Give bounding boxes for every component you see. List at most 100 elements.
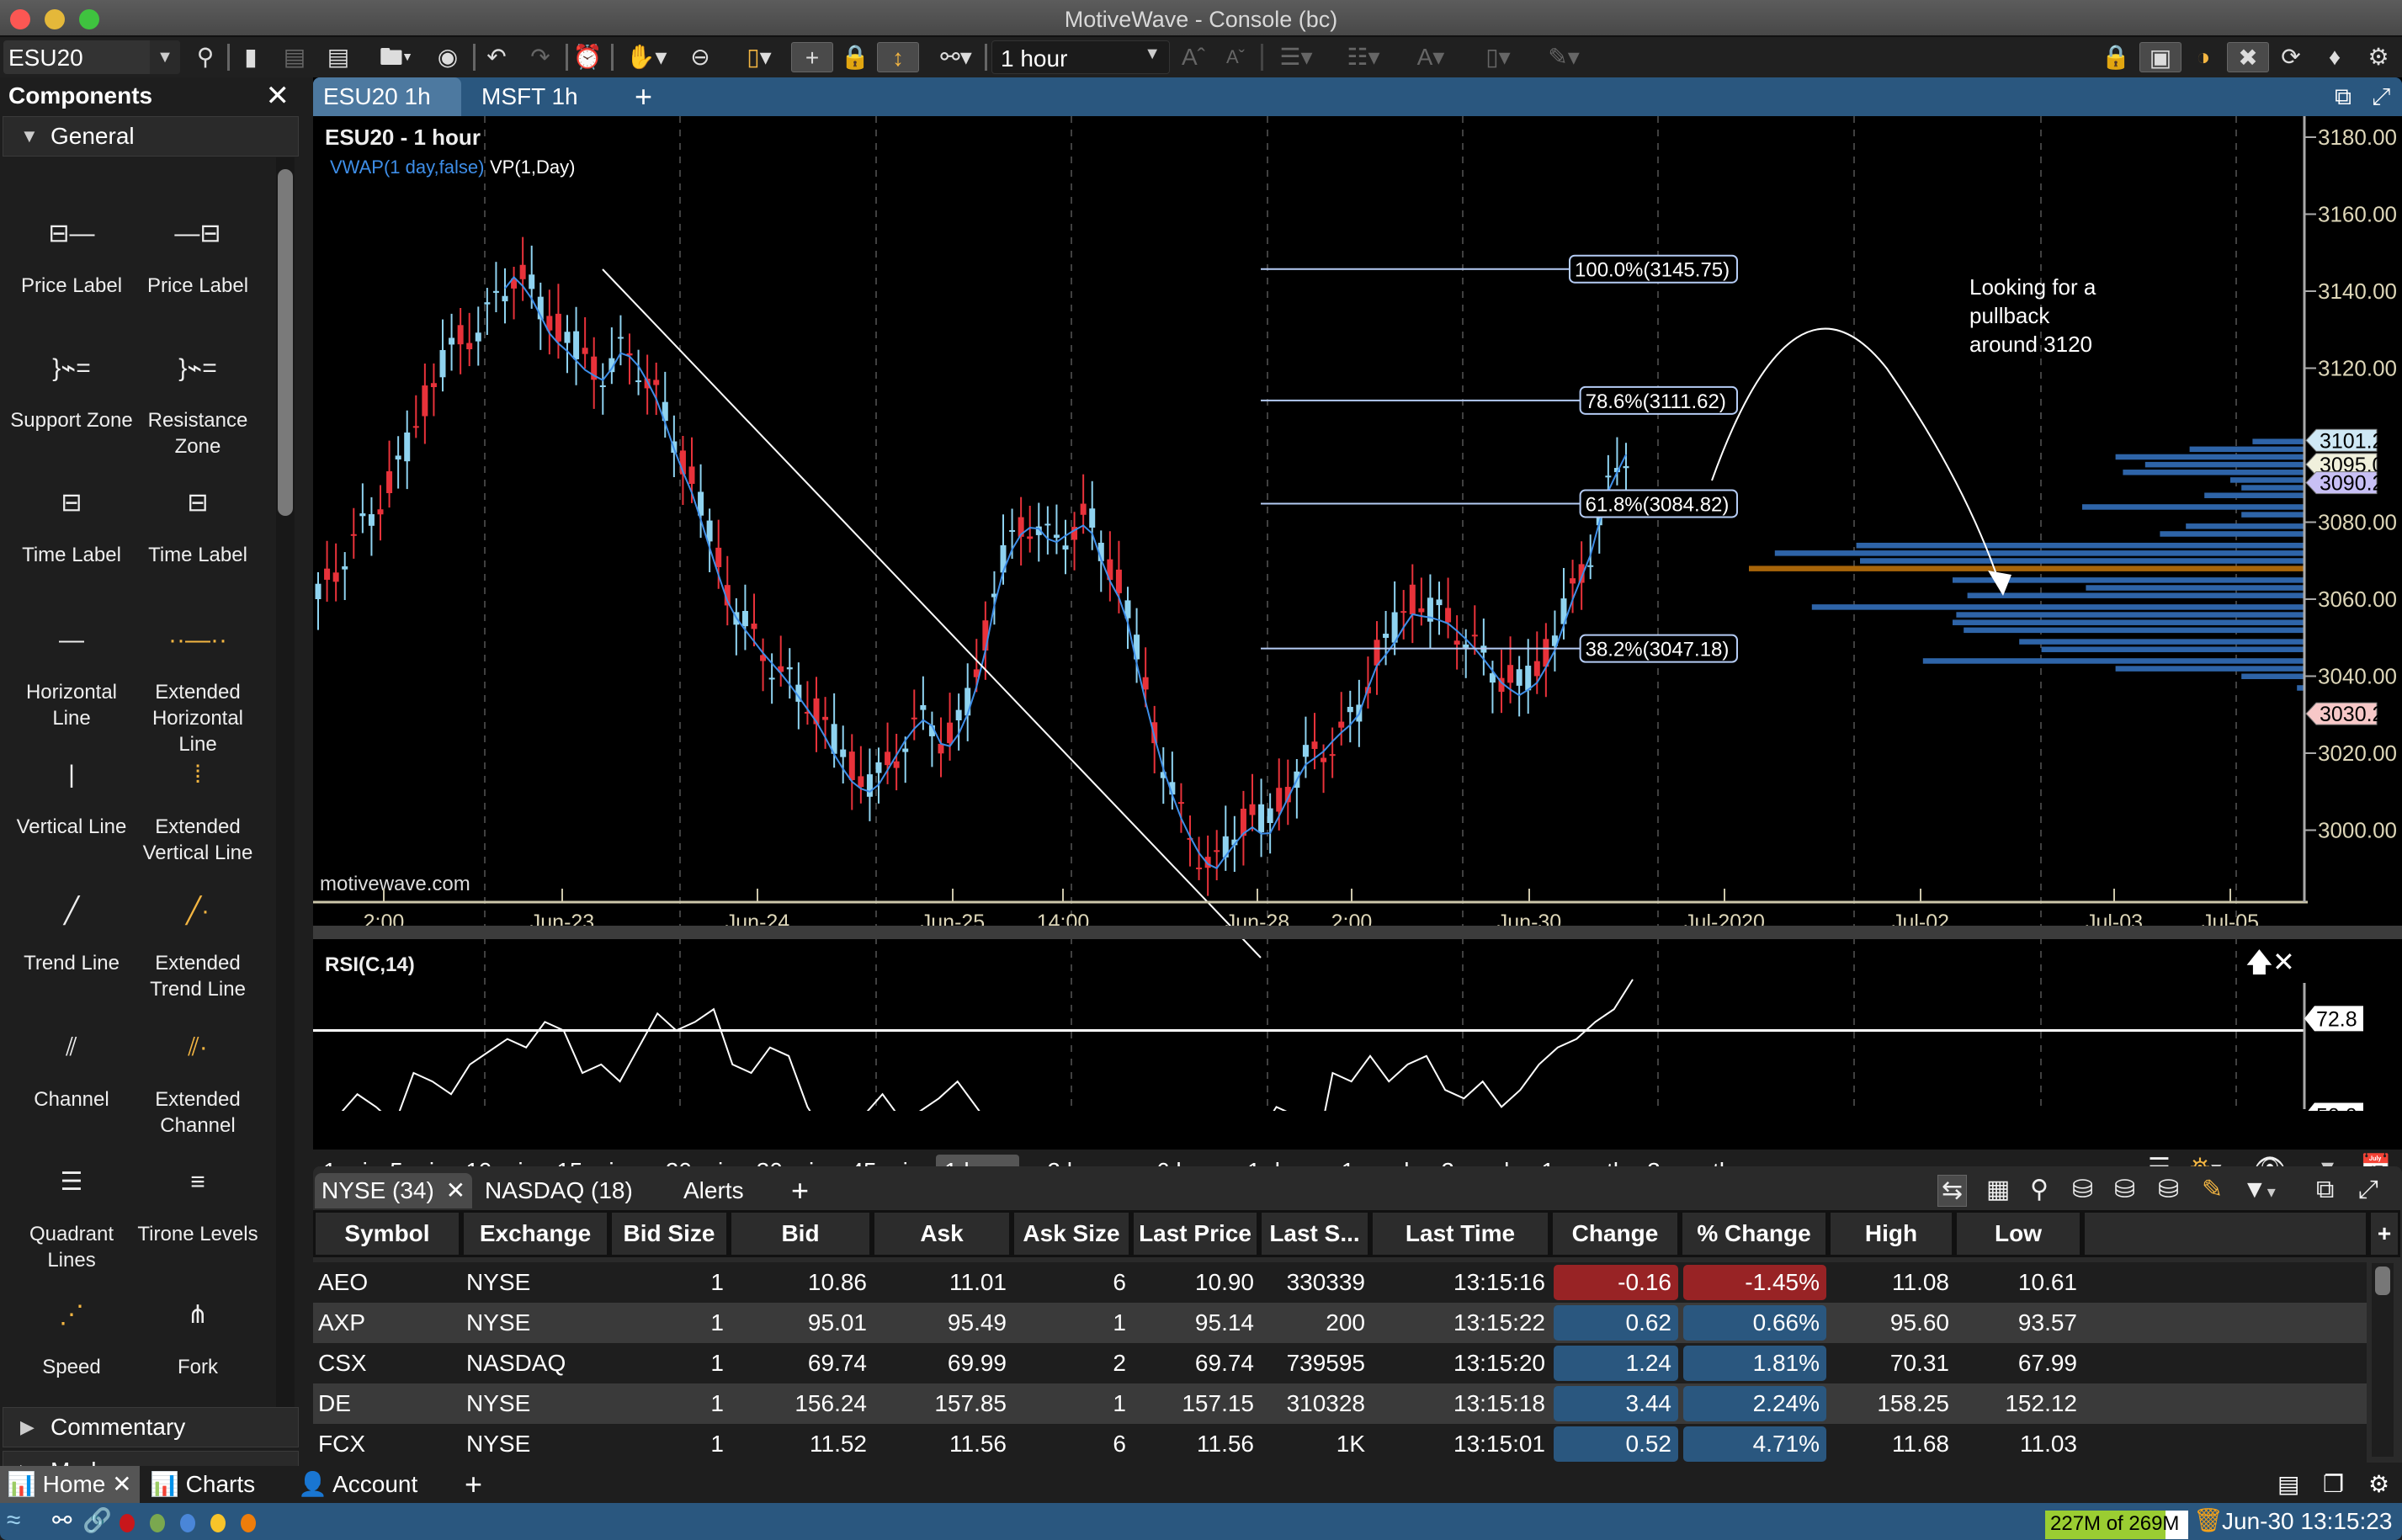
tools-icon[interactable]: ✖ (2227, 42, 2269, 72)
tab-account[interactable]: 👤 Account (291, 1466, 424, 1503)
close-tab-icon[interactable]: ✕ (112, 1471, 131, 1497)
save-as-icon[interactable]: ▤ (323, 42, 353, 72)
component-time-label[interactable]: ⊟ Time Label (8, 490, 135, 568)
status-dot[interactable] (150, 1514, 165, 1532)
component-tirone-levels[interactable]: ≡ Tirone Levels (135, 1169, 261, 1247)
component-price-label[interactable]: —⊟ Price Label (135, 220, 261, 299)
status-dot[interactable] (180, 1514, 195, 1532)
zoom-out-icon[interactable]: ⊖ (683, 42, 717, 72)
component-extended-trend-line[interactable]: ╱· Extended Trend Line (135, 898, 261, 1002)
brush-icon[interactable]: ✎▾ (1540, 42, 1587, 72)
pane-divider[interactable] (313, 926, 2402, 939)
gear-icon[interactable]: ⚙ (2362, 1466, 2396, 1503)
component-price-label[interactable]: ⊟— Price Label (8, 220, 135, 299)
detach-icon[interactable]: ⧉ (2316, 1175, 2334, 1205)
column-header-low[interactable]: Low (1954, 1210, 2082, 1257)
component-quadrant-lines[interactable]: ☰ Quadrant Lines (8, 1169, 135, 1273)
fill-color-icon[interactable]: ▯▾ (1475, 42, 1522, 72)
annotation-line-3[interactable]: around 3120 (1969, 332, 2092, 357)
copy-icon[interactable]: ❐ (2316, 1466, 2351, 1503)
edit-pencil-icon[interactable]: ✎ (2202, 1175, 2223, 1205)
database-add-icon[interactable]: ⛁ (2072, 1175, 2093, 1205)
column-header-last-price[interactable]: Last Price (1131, 1210, 1259, 1257)
component-support-zone[interactable]: }⌁= Support Zone (8, 355, 135, 433)
open-folder-icon[interactable]: 🖿▾ (370, 42, 421, 72)
status-dot[interactable] (120, 1514, 135, 1532)
trend-line[interactable] (602, 268, 1262, 959)
lock-bars-icon[interactable]: 🔒 (2099, 42, 2133, 72)
component-horizontal-line[interactable]: — Horizontal Line (8, 627, 135, 731)
add-symbol-search-icon[interactable]: ⚲ (2030, 1175, 2049, 1205)
component-extended-channel[interactable]: ⫽· Extended Channel (135, 1034, 261, 1139)
font-smaller-icon[interactable]: Aˇ (1220, 42, 1251, 72)
period-select[interactable]: 1 hour ▼ (991, 40, 1170, 74)
table-row[interactable]: CSX NASDAQ 1 69.74 69.99 2 69.74 739595 13:15:20… (313, 1343, 2367, 1383)
redo-icon[interactable]: ↷ (523, 42, 557, 72)
components-scrollbar[interactable] (276, 157, 295, 1407)
column-header-symbol[interactable]: Symbol (313, 1210, 461, 1257)
status-dot[interactable] (210, 1514, 226, 1532)
candlestick-icon[interactable]: ▯▾ (734, 42, 784, 72)
symbol-input[interactable]: ESU20 ▼ (3, 40, 180, 74)
expand-icon[interactable]: ⤢ (2362, 77, 2400, 116)
add-workspace-button[interactable]: + (458, 1466, 489, 1503)
close-pane-icon[interactable]: ✕ (2272, 947, 2295, 977)
trade-icon[interactable]: ♦ (2318, 42, 2352, 72)
column-header-ask-size[interactable]: Ask Size (1012, 1210, 1131, 1257)
layout-icon[interactable]: ▤ (2271, 1466, 2306, 1503)
save-icon[interactable]: ▤ (279, 42, 310, 72)
column-header-high[interactable]: High (1828, 1210, 1954, 1257)
hand-pan-icon[interactable]: ✋▾ (619, 42, 673, 72)
component-extended-vertical-line[interactable]: ⁞ Extended Vertical Line (135, 762, 261, 866)
annotation-line-1[interactable]: Looking for a (1969, 274, 2096, 300)
gear-icon[interactable]: ⚙ (2362, 42, 2395, 72)
column-header-bid-size[interactable]: Bid Size (609, 1210, 729, 1257)
swap-icon[interactable]: ⇆ (1937, 1175, 1968, 1207)
tab-alerts[interactable]: Alerts (677, 1173, 751, 1208)
column-header-last-time[interactable]: Last Time (1370, 1210, 1550, 1257)
chart-area[interactable]: 100.0%(3145.75) 78.6%(3111.62) 61.8%(3084.… (313, 116, 2402, 1213)
tab-charts[interactable]: 📊 Charts (143, 1466, 262, 1503)
lock-scale-icon[interactable]: 🔒 (838, 42, 872, 72)
filter-icon[interactable]: ▼▾ (2242, 1175, 2276, 1208)
column-header-ask[interactable]: Ask (872, 1210, 1012, 1257)
auto-scale-icon[interactable]: ↕ (877, 42, 919, 72)
component-channel[interactable]: ⫽ Channel (8, 1034, 135, 1113)
text-color-icon[interactable]: A▾ (1407, 42, 1454, 72)
line-dash-icon[interactable]: ☷▾ (1338, 42, 1389, 72)
layout-icon[interactable]: ▣ (2139, 42, 2181, 72)
table-row[interactable]: FCX NYSE 1 11.52 11.56 6 11.56 1K 13:15:01 0.52 4.… (313, 1424, 2367, 1464)
study-vwap-label[interactable]: VWAP(1 day,false) (330, 157, 484, 178)
theme-icon[interactable]: ◑ (2187, 42, 2220, 72)
camera-icon[interactable]: ◉ (431, 42, 465, 72)
table-row[interactable]: AXP NYSE 1 95.01 95.49 1 95.14 200 13:15:22 0.62 0… (313, 1303, 2367, 1343)
close-tab-icon[interactable]: ✕ (446, 1177, 465, 1203)
scrollbar-thumb[interactable] (2375, 1267, 2390, 1295)
component-resistance-zone[interactable]: }⌁= Resistance Zone (135, 355, 261, 459)
close-panel-icon[interactable]: ✕ (266, 77, 290, 114)
tab-msft-1h[interactable]: MSFT 1h (471, 77, 588, 116)
scrollbar-thumb[interactable] (278, 169, 293, 516)
annotation-arrow[interactable] (1711, 327, 1999, 580)
category-commentary[interactable]: ▶ Commentary (3, 1407, 299, 1447)
database-export-icon[interactable]: ⛁ (2158, 1175, 2179, 1205)
database-import-icon[interactable]: ⛁ (2114, 1175, 2135, 1205)
move-up-icon[interactable]: 🡅 (2245, 947, 2273, 977)
grid-icon[interactable]: ▦ (1986, 1175, 2010, 1205)
table-row[interactable]: AEO NYSE 1 10.86 11.01 6 10.90 330339 13:15:16 -0… (313, 1262, 2367, 1303)
memory-meter[interactable]: 227M of 269M (2045, 1511, 2188, 1539)
new-file-icon[interactable]: ▮ (236, 42, 266, 72)
refresh-icon[interactable]: ⟳ (2274, 42, 2308, 72)
column-header-last-s-[interactable]: Last S... (1259, 1210, 1370, 1257)
component-speed[interactable]: ⋰ Speed (8, 1302, 135, 1380)
component-fork[interactable]: ⋔ Fork (135, 1302, 261, 1380)
category-general[interactable]: ▼ General (3, 116, 299, 157)
expand-icon[interactable]: ⤢ (2358, 1175, 2378, 1205)
search-icon[interactable]: ⚲ (189, 42, 222, 72)
symbol-dropdown-button[interactable]: ▼ (150, 40, 180, 74)
component-time-label[interactable]: ⊟ Time Label (135, 490, 261, 568)
component-extended-horizontal-line[interactable]: ··—·· Extended Horizontal Line (135, 627, 261, 757)
add-column-button[interactable]: + (2368, 1210, 2400, 1257)
line-style-icon[interactable]: ☰▾ (1271, 42, 1321, 72)
price-chart[interactable]: 100.0%(3145.75) 78.6%(3111.62) 61.8%(3084.… (313, 116, 2402, 1213)
